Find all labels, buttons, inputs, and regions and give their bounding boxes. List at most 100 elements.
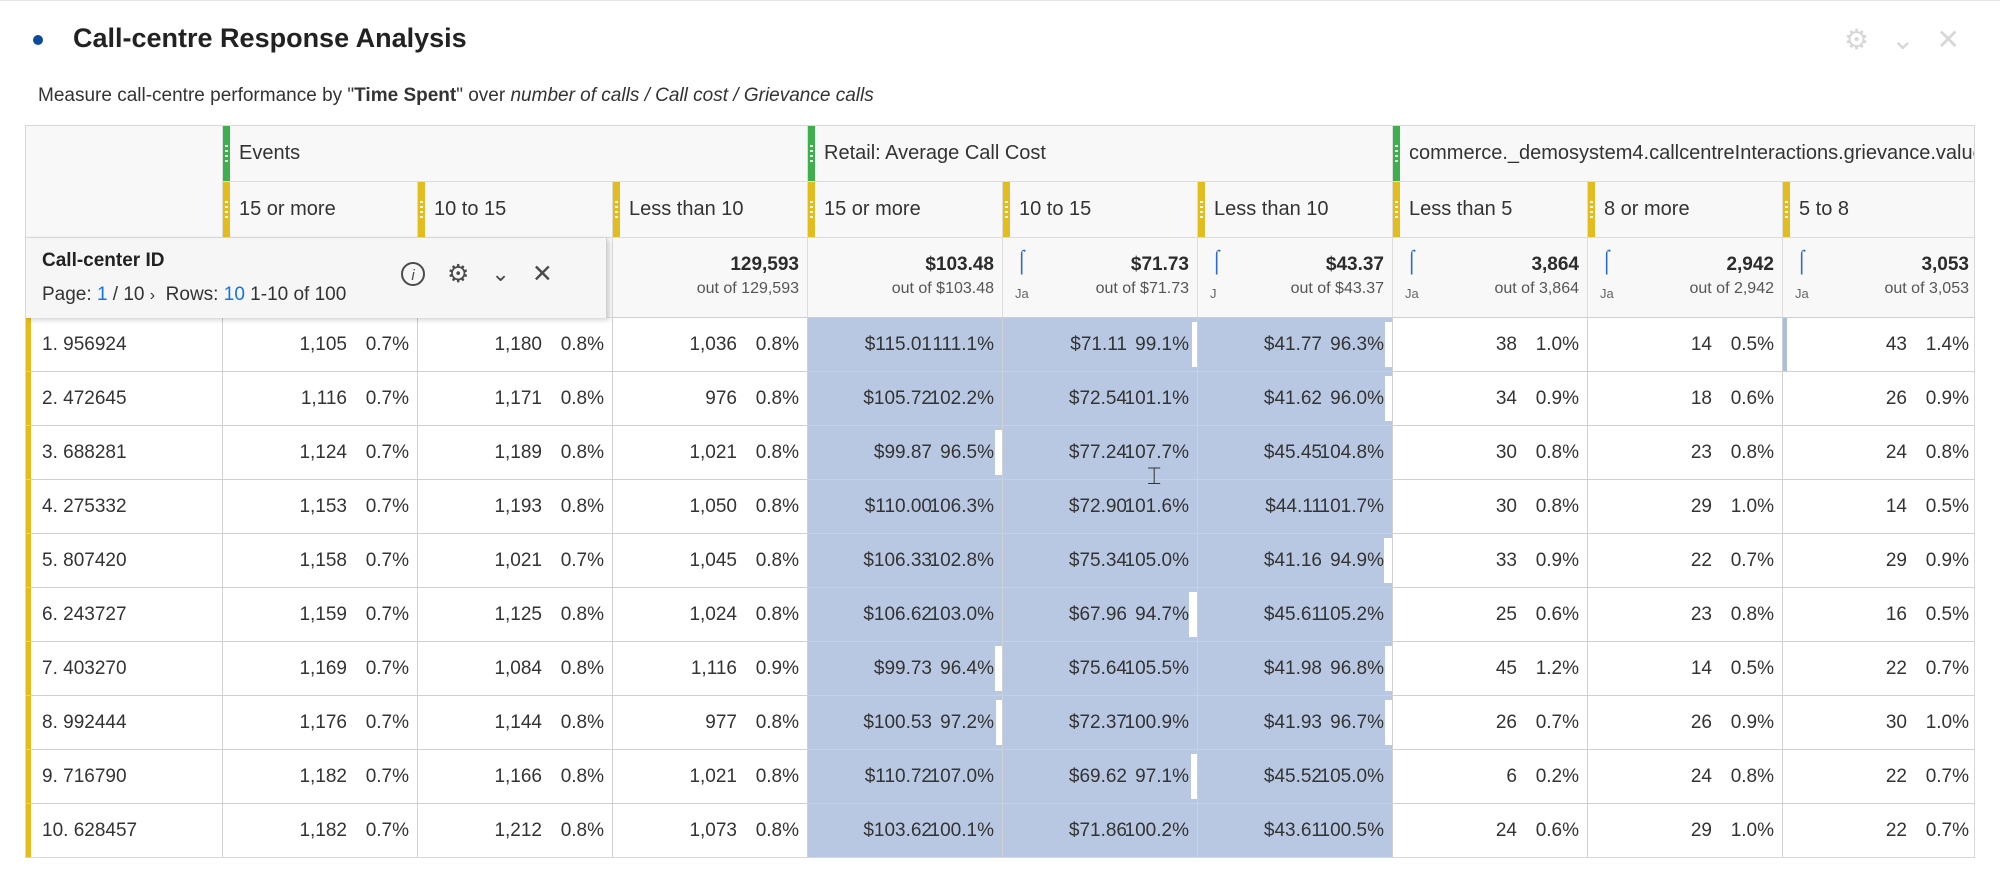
- table-cell[interactable]: 1,169 0.7%: [223, 642, 418, 696]
- table-cell[interactable]: 1,116 0.7%: [223, 372, 418, 426]
- table-cell[interactable]: 1,116 0.9%: [613, 642, 808, 696]
- table-cell[interactable]: $71.11 99.1%: [1003, 318, 1198, 372]
- drag-handle-icon[interactable]: [223, 126, 230, 181]
- info-icon[interactable]: i: [401, 262, 425, 286]
- table-cell[interactable]: 1,084 0.8%: [418, 642, 613, 696]
- table-cell[interactable]: 1,125 0.8%: [418, 588, 613, 642]
- drag-handle-icon[interactable]: [1393, 182, 1400, 237]
- drag-handle-icon[interactable]: [223, 182, 230, 237]
- table-cell[interactable]: 1,171 0.8%: [418, 372, 613, 426]
- table-cell[interactable]: 23 0.8%: [1588, 426, 1783, 480]
- table-row-dimension-item[interactable]: 7. 403270: [26, 642, 223, 696]
- table-cell[interactable]: 1,021 0.8%: [613, 750, 808, 804]
- segment-header[interactable]: 10 to 15: [1003, 182, 1198, 238]
- table-cell[interactable]: 1,212 0.8%: [418, 804, 613, 857]
- table-row-dimension-item[interactable]: 10. 628457: [26, 804, 223, 857]
- table-cell[interactable]: 34 0.9%: [1393, 372, 1588, 426]
- table-cell[interactable]: 22 0.7%: [1783, 804, 1974, 857]
- table-cell[interactable]: 24 0.8%: [1588, 750, 1783, 804]
- table-cell[interactable]: $71.86 100.2%: [1003, 804, 1198, 857]
- table-cell[interactable]: 1,073 0.8%: [613, 804, 808, 857]
- table-row-dimension-item[interactable]: 6. 243727: [26, 588, 223, 642]
- close-icon[interactable]: ✕: [532, 260, 553, 288]
- segment-header[interactable]: 8 or more: [1588, 182, 1783, 238]
- table-row-dimension-item[interactable]: 1. 956924: [26, 318, 223, 372]
- segment-header[interactable]: 15 or more: [223, 182, 418, 238]
- table-cell[interactable]: 1,045 0.8%: [613, 534, 808, 588]
- table-cell[interactable]: $41.98 96.8%: [1198, 642, 1393, 696]
- table-cell[interactable]: 45 1.2%: [1393, 642, 1588, 696]
- table-cell[interactable]: 1,050 0.8%: [613, 480, 808, 534]
- table-cell[interactable]: 24 0.6%: [1393, 804, 1588, 857]
- table-cell[interactable]: 33 0.9%: [1393, 534, 1588, 588]
- metric-header[interactable]: Events: [223, 126, 808, 182]
- table-cell[interactable]: $44.11 101.7%: [1198, 480, 1393, 534]
- table-cell[interactable]: $67.96 94.7%: [1003, 588, 1198, 642]
- table-cell[interactable]: 23 0.8%: [1588, 588, 1783, 642]
- table-cell[interactable]: 1,021 0.8%: [613, 426, 808, 480]
- table-cell[interactable]: 30 0.8%: [1393, 426, 1588, 480]
- table-cell[interactable]: $75.64 105.5%: [1003, 642, 1198, 696]
- table-cell[interactable]: $99.87 96.5%: [808, 426, 1003, 480]
- page-current-input[interactable]: 1: [97, 284, 108, 305]
- table-cell[interactable]: 1,166 0.8%: [418, 750, 613, 804]
- table-cell[interactable]: 1,105 0.7%: [223, 318, 418, 372]
- table-cell[interactable]: 1,182 0.7%: [223, 804, 418, 857]
- table-cell[interactable]: $110.00 106.3%: [808, 480, 1003, 534]
- table-cell[interactable]: 43 1.4%: [1783, 318, 1974, 372]
- table-cell[interactable]: $100.53 97.2%: [808, 696, 1003, 750]
- table-cell[interactable]: 1,144 0.8%: [418, 696, 613, 750]
- drag-handle-icon[interactable]: [808, 126, 815, 181]
- table-cell[interactable]: 18 0.6%: [1588, 372, 1783, 426]
- table-row-dimension-item[interactable]: 4. 275332: [26, 480, 223, 534]
- drag-handle-icon[interactable]: [1393, 126, 1400, 181]
- table-cell[interactable]: 25 0.6%: [1393, 588, 1588, 642]
- table-cell[interactable]: 22 0.7%: [1783, 642, 1974, 696]
- segment-header[interactable]: 5 to 8: [1783, 182, 1974, 238]
- table-cell[interactable]: 6 0.2%: [1393, 750, 1588, 804]
- table-cell[interactable]: $72.37 100.9%: [1003, 696, 1198, 750]
- table-cell[interactable]: 1,189 0.8%: [418, 426, 613, 480]
- segment-header[interactable]: Less than 10: [1198, 182, 1393, 238]
- table-cell[interactable]: 38 1.0%: [1393, 318, 1588, 372]
- table-row-dimension-item[interactable]: 2. 472645: [26, 372, 223, 426]
- table-cell[interactable]: 30 1.0%: [1783, 696, 1974, 750]
- drag-handle-icon[interactable]: [613, 182, 620, 237]
- table-cell[interactable]: $105.72 102.2%: [808, 372, 1003, 426]
- table-cell[interactable]: $77.24 107.7%: [1003, 426, 1198, 480]
- drag-handle-icon[interactable]: [1198, 182, 1205, 237]
- table-cell[interactable]: $43.61 100.5%: [1198, 804, 1393, 857]
- table-cell[interactable]: $75.34 105.0%: [1003, 534, 1198, 588]
- table-cell[interactable]: 1,124 0.7%: [223, 426, 418, 480]
- table-cell[interactable]: 14 0.5%: [1783, 480, 1974, 534]
- next-page-icon[interactable]: ›: [150, 287, 155, 304]
- table-cell[interactable]: 29 0.9%: [1783, 534, 1974, 588]
- table-cell[interactable]: $72.54 101.1%: [1003, 372, 1198, 426]
- table-cell[interactable]: $45.52 105.0%: [1198, 750, 1393, 804]
- drag-handle-icon[interactable]: [808, 182, 815, 237]
- segment-header[interactable]: 15 or more: [808, 182, 1003, 238]
- table-cell[interactable]: 977 0.8%: [613, 696, 808, 750]
- table-cell[interactable]: $72.90 101.6%: [1003, 480, 1198, 534]
- table-cell[interactable]: 1,180 0.8%: [418, 318, 613, 372]
- table-cell[interactable]: 1,193 0.8%: [418, 480, 613, 534]
- table-cell[interactable]: 26 0.7%: [1393, 696, 1588, 750]
- table-cell[interactable]: 14 0.5%: [1588, 642, 1783, 696]
- table-cell[interactable]: $106.62 103.0%: [808, 588, 1003, 642]
- table-cell[interactable]: 26 0.9%: [1588, 696, 1783, 750]
- table-cell[interactable]: 1,159 0.7%: [223, 588, 418, 642]
- table-cell[interactable]: $41.62 96.0%: [1198, 372, 1393, 426]
- table-cell[interactable]: $41.16 94.9%: [1198, 534, 1393, 588]
- dimension-header[interactable]: Call-center ID Page: 1 / 10 › Rows: 10 1-…: [26, 238, 607, 318]
- table-cell[interactable]: 29 1.0%: [1588, 804, 1783, 857]
- table-row-dimension-item[interactable]: 3. 688281: [26, 426, 223, 480]
- table-cell[interactable]: 1,182 0.7%: [223, 750, 418, 804]
- table-cell[interactable]: $106.33 102.8%: [808, 534, 1003, 588]
- table-cell[interactable]: $69.62 97.1%: [1003, 750, 1198, 804]
- table-cell[interactable]: 22 0.7%: [1588, 534, 1783, 588]
- table-cell[interactable]: $99.73 96.4%: [808, 642, 1003, 696]
- metric-header[interactable]: Retail: Average Call Cost: [808, 126, 1393, 182]
- table-cell[interactable]: 24 0.8%: [1783, 426, 1974, 480]
- segment-header[interactable]: Less than 5: [1393, 182, 1588, 238]
- table-cell[interactable]: $110.72 107.0%: [808, 750, 1003, 804]
